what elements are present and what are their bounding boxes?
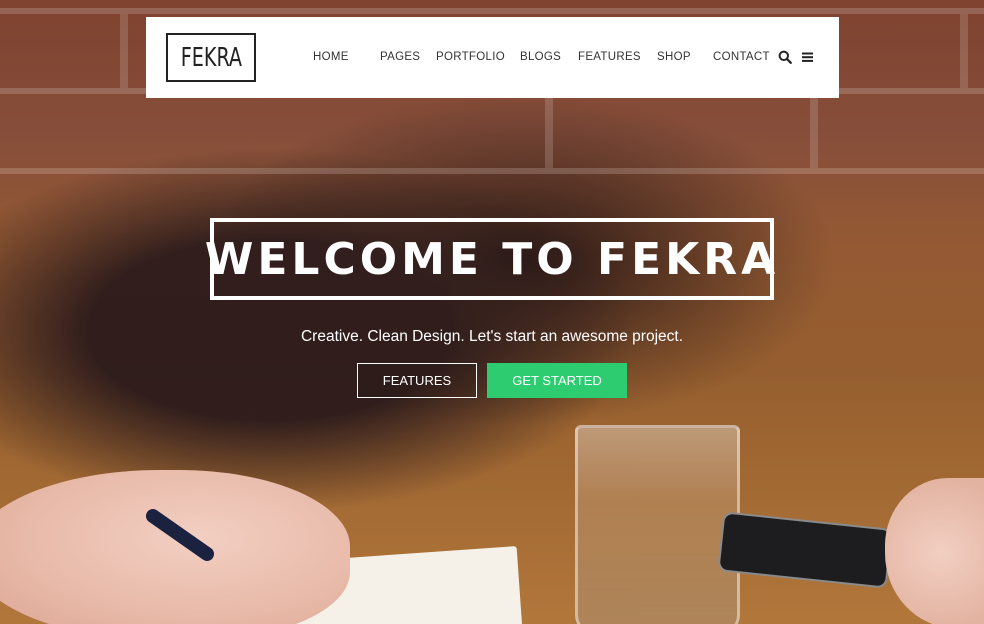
brick-mortar-line <box>0 168 984 174</box>
hero-title-box: WELCOME TO FEKRA <box>205 218 775 300</box>
nav-item-home[interactable]: HOME <box>313 51 349 63</box>
smartphone <box>717 511 893 589</box>
search-icon[interactable] <box>778 50 792 64</box>
features-button[interactable]: FEATURES <box>357 363 477 398</box>
main-nav: HOME PAGES PORTFOLIO BLOGS FEATURES SHOP… <box>146 17 839 98</box>
menu-icon[interactable] <box>801 50 815 64</box>
brick-mortar-line <box>545 94 553 168</box>
hero-tagline: Creative. Clean Design. Let's start an a… <box>300 328 684 345</box>
nav-item-blogs[interactable]: BLOGS <box>520 51 561 63</box>
nav-item-features[interactable]: FEATURES <box>578 51 641 63</box>
water-glass <box>575 425 740 624</box>
brick-mortar-line <box>810 94 818 168</box>
get-started-button[interactable]: GET STARTED <box>487 363 627 398</box>
nav-item-shop[interactable]: SHOP <box>657 51 691 63</box>
brick-mortar-line <box>120 14 128 88</box>
brick-mortar-line <box>960 14 968 88</box>
site-header: FEKRA HOME PAGES PORTFOLIO BLOGS FEATURE… <box>146 17 839 98</box>
nav-item-contact[interactable]: CONTACT <box>713 51 770 63</box>
nav-item-pages[interactable]: PAGES <box>380 51 420 63</box>
right-hand <box>885 478 984 624</box>
left-hand <box>0 470 350 624</box>
brick-mortar-line <box>0 8 984 14</box>
nav-item-portfolio[interactable]: PORTFOLIO <box>436 51 505 63</box>
hero-title: WELCOME TO FEKRA <box>204 233 780 285</box>
